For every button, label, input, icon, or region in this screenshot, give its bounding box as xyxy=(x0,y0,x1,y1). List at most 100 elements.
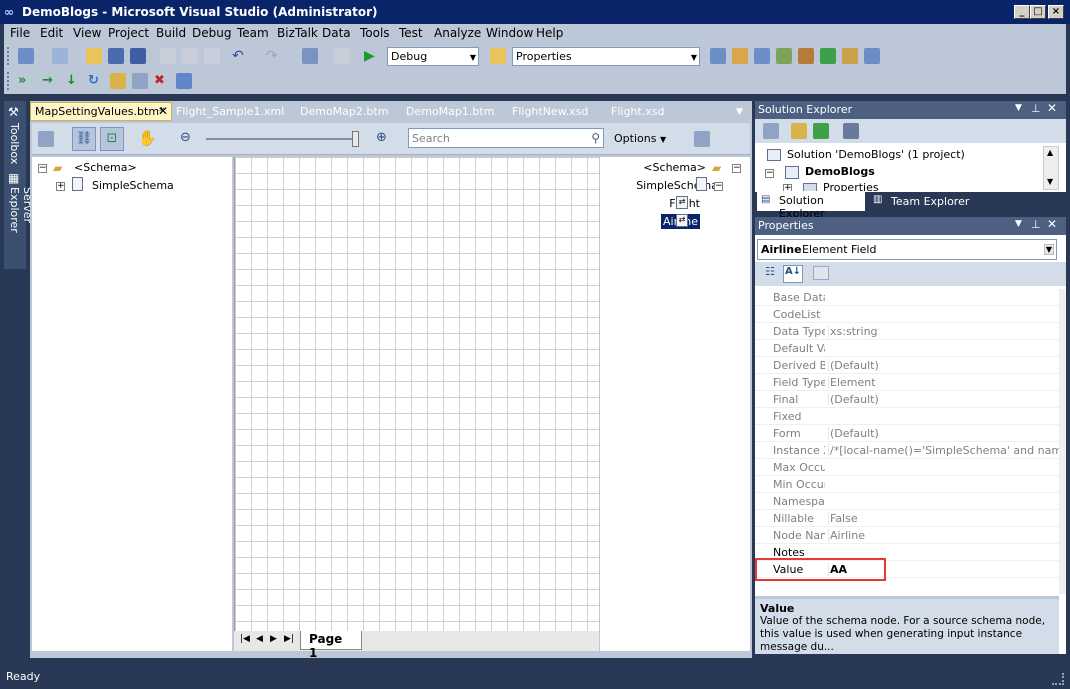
property-row[interactable]: Namespac xyxy=(755,493,1059,510)
grid-preview-icon[interactable] xyxy=(694,131,710,147)
menu-project[interactable]: Project xyxy=(108,26,149,40)
redo-icon[interactable]: ↷ xyxy=(266,48,282,64)
menu-view[interactable]: View xyxy=(73,26,101,40)
property-row[interactable]: Instance X/*[local-name()='SimpleSchema'… xyxy=(755,442,1059,459)
property-row[interactable]: Data Type xs:string xyxy=(755,323,1059,340)
menu-debug[interactable]: Debug xyxy=(192,26,231,40)
property-pages-icon[interactable] xyxy=(813,266,829,280)
toolbar-grip[interactable] xyxy=(7,72,10,90)
refresh-icon[interactable]: ↻ xyxy=(88,73,104,89)
menu-analyze[interactable]: Analyze xyxy=(434,26,481,40)
object-browser-icon[interactable] xyxy=(754,48,770,64)
cut-icon[interactable] xyxy=(160,48,176,64)
expand-icon[interactable]: + xyxy=(783,184,792,191)
property-value[interactable]: False xyxy=(828,512,1059,525)
properties-icon[interactable] xyxy=(791,123,807,139)
search-icon[interactable]: ⚲ xyxy=(591,131,600,145)
search-input[interactable]: Search ⚲ xyxy=(408,128,604,148)
chevron-down-icon[interactable]: ▼ xyxy=(1043,244,1054,255)
menu-data[interactable]: Data xyxy=(322,26,351,40)
double-arrow-icon[interactable]: » xyxy=(18,73,34,89)
tab-flight-sample1[interactable]: Flight_Sample1.xml xyxy=(172,103,288,122)
navigate-backward-icon[interactable] xyxy=(302,48,318,64)
close-pane-icon[interactable]: ✕ xyxy=(1047,101,1057,115)
maximize-button[interactable]: □ xyxy=(1030,5,1046,19)
property-row[interactable]: Nillable False xyxy=(755,510,1059,527)
window-position-icon[interactable]: ▼ xyxy=(1015,103,1022,113)
properties-window-icon[interactable] xyxy=(732,48,748,64)
deploy-icon[interactable] xyxy=(110,73,126,89)
property-row[interactable]: CodeList xyxy=(755,306,1059,323)
menu-window[interactable]: Window xyxy=(486,26,533,40)
tab-team-explorer[interactable]: ▥ Team Explorer xyxy=(871,192,973,211)
solution-node[interactable]: Solution 'DemoBlogs' (1 project) xyxy=(787,148,965,161)
navigate-forward-icon[interactable] xyxy=(334,48,350,64)
alphabetical-icon[interactable]: A↓ xyxy=(783,265,803,283)
paste-icon[interactable] xyxy=(204,48,220,64)
first-page-icon[interactable]: |◀ xyxy=(240,634,250,644)
property-row[interactable]: Final (Default) xyxy=(755,391,1059,408)
source-root-node[interactable]: <Schema> xyxy=(74,161,137,174)
menu-help[interactable]: Help xyxy=(536,26,563,40)
menu-file[interactable]: File xyxy=(10,26,30,40)
property-row[interactable]: Derived By(Default) xyxy=(755,357,1059,374)
source-child-node[interactable]: SimpleSchema xyxy=(92,179,174,192)
close-tab-icon[interactable]: ✕ xyxy=(158,104,168,118)
zoom-slider-thumb[interactable] xyxy=(352,131,359,147)
find-in-files-icon[interactable] xyxy=(490,48,506,64)
page-tab[interactable]: Page 1 xyxy=(300,631,362,660)
server-explorer-icon[interactable] xyxy=(842,48,858,64)
save-all-icon[interactable] xyxy=(130,48,146,64)
minimize-button[interactable]: _ xyxy=(1014,5,1030,19)
resize-grip[interactable] xyxy=(1052,673,1064,685)
command-window-icon[interactable] xyxy=(864,48,880,64)
copy-icon[interactable] xyxy=(182,48,198,64)
property-value[interactable]: Airline xyxy=(828,529,1059,542)
next-page-icon[interactable]: ▶ xyxy=(270,634,277,644)
link-icon[interactable]: ⛓ xyxy=(72,127,96,151)
previous-page-icon[interactable]: ◀ xyxy=(256,634,263,644)
menu-biztalk[interactable]: BizTalk xyxy=(277,26,318,40)
property-row[interactable]: Node NamAirline xyxy=(755,527,1059,544)
pan-hand-icon[interactable]: ✋ xyxy=(138,129,157,147)
indicate-matches-icon[interactable]: ⊡ xyxy=(100,127,124,151)
destination-root-node[interactable]: <Schema> xyxy=(643,161,706,174)
tab-mapsettingvalues[interactable]: MapSettingValues.btm* ✕ xyxy=(30,102,172,121)
tab-demomap2[interactable]: DemoMap2.btm xyxy=(296,103,392,122)
pin-icon[interactable]: ⊥ xyxy=(1031,218,1041,231)
collapse-icon[interactable]: − xyxy=(765,169,774,178)
property-row[interactable]: Max Occur xyxy=(755,459,1059,476)
extension-manager-icon[interactable] xyxy=(820,48,836,64)
scroll-up-icon[interactable]: ▲ xyxy=(1047,148,1053,157)
zoom-in-icon[interactable]: ⊕ xyxy=(376,130,387,145)
options-dropdown[interactable]: Options ▼ xyxy=(614,132,666,145)
class-view-icon[interactable] xyxy=(843,123,859,139)
toolbox-tab[interactable]: Toolbox xyxy=(8,123,21,164)
solution-explorer-scrollbar[interactable]: ▲ ▼ xyxy=(1043,146,1059,190)
menu-test[interactable]: Test xyxy=(399,26,423,40)
project-node[interactable]: DemoBlogs xyxy=(805,165,875,178)
property-value[interactable]: (Default) xyxy=(828,393,1059,406)
arrow-right-icon[interactable]: → xyxy=(42,73,58,89)
property-value[interactable]: (Default) xyxy=(828,427,1059,440)
scroll-down-icon[interactable]: ▼ xyxy=(1047,177,1053,186)
save-icon[interactable] xyxy=(108,48,124,64)
start-debugging-icon[interactable]: ▶ xyxy=(364,48,380,64)
properties-node[interactable]: Properties xyxy=(823,181,879,191)
property-row[interactable]: Min Occurs xyxy=(755,476,1059,493)
show-all-files-icon[interactable] xyxy=(763,123,779,139)
delete-icon[interactable]: ✖ xyxy=(154,73,170,89)
undo-icon[interactable]: ↶ xyxy=(232,48,248,64)
find-combo[interactable]: Properties ▼ xyxy=(512,47,700,66)
toolbox-icon[interactable] xyxy=(776,48,792,64)
solution-configuration-select[interactable]: Debug ▼ xyxy=(387,47,479,66)
tab-flightnew[interactable]: FlightNew.xsd xyxy=(508,103,592,122)
mapper-grid[interactable] xyxy=(234,157,599,631)
tree-view-icon[interactable] xyxy=(38,131,54,147)
property-value[interactable]: (Default) xyxy=(828,359,1059,372)
object-selector[interactable]: Airline Element Field ▼ xyxy=(757,239,1057,260)
refresh-icon[interactable] xyxy=(813,123,829,139)
collapse-icon[interactable]: − xyxy=(714,182,723,191)
property-value[interactable]: xs:string xyxy=(828,325,1059,338)
menu-build[interactable]: Build xyxy=(156,26,186,40)
